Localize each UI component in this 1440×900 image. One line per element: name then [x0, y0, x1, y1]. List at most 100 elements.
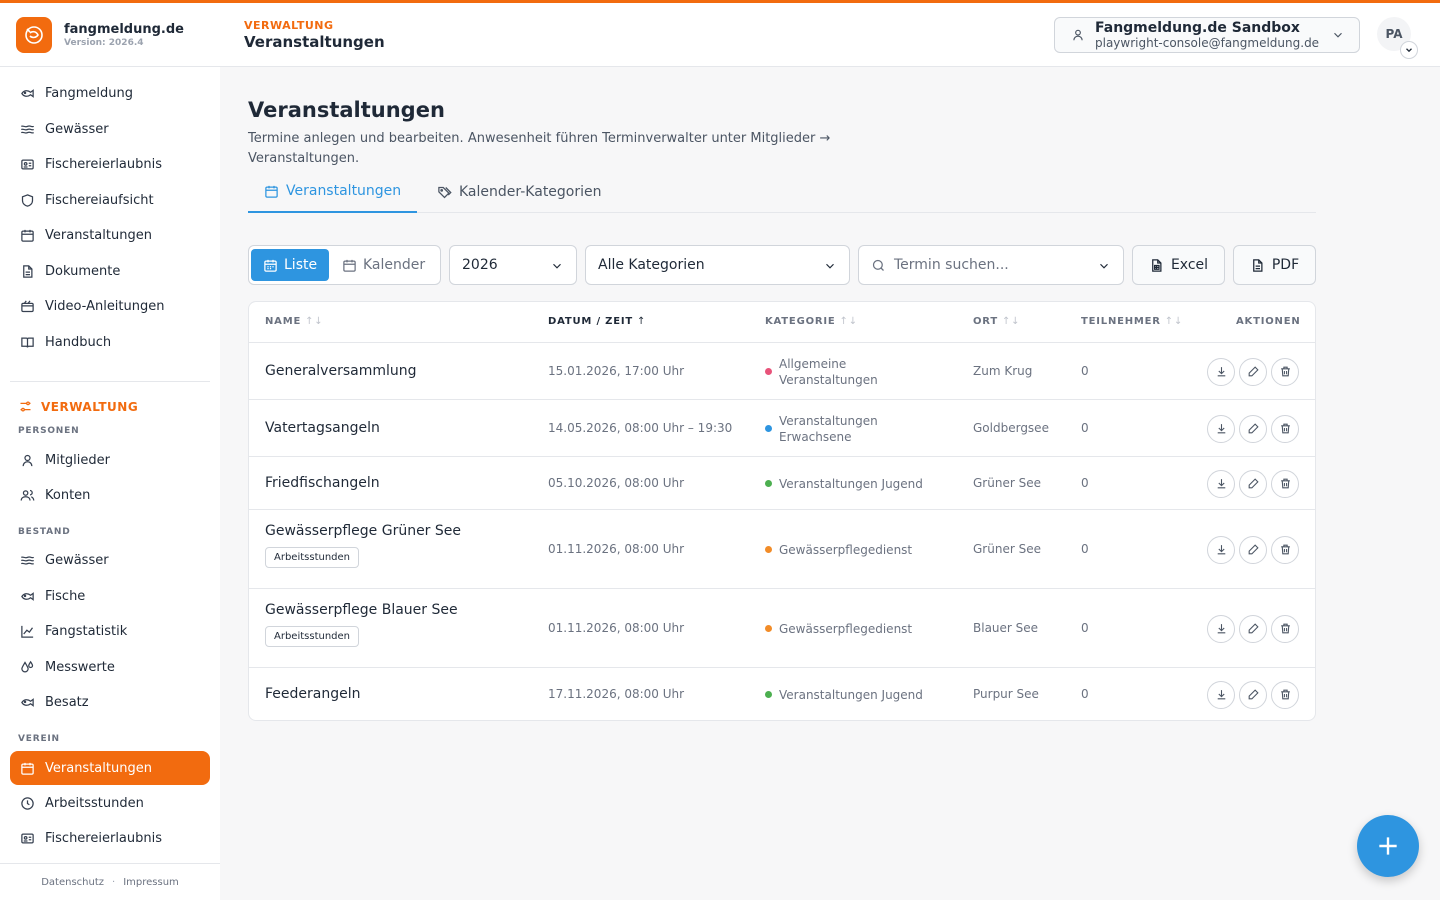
column-header-place[interactable]: ORT ↑↓	[973, 316, 1020, 327]
column-header-participants[interactable]: TEILNEHMER ↑↓	[1081, 316, 1183, 327]
edit-button[interactable]	[1239, 414, 1267, 443]
download-button[interactable]	[1207, 614, 1235, 643]
download-icon	[1217, 479, 1225, 489]
category-select[interactable]: Alle Kategorien	[585, 245, 850, 285]
sidebar-item-arbeitsstunden[interactable]: Arbeitsstunden	[10, 786, 210, 820]
edit-button[interactable]	[1239, 357, 1267, 386]
fish-icon	[21, 88, 34, 98]
event-participants: 0	[1081, 541, 1089, 556]
brand[interactable]: fangmeldung.de Version: 2026.4	[0, 16, 220, 53]
calendar-icon	[21, 762, 34, 775]
table-row[interactable]: Vatertagsangeln 14.05.2026, 08:00 Uhr – …	[249, 400, 1315, 457]
category-label-line1: Veranstaltungen Jugend	[779, 687, 923, 702]
sidebar-item-besatz[interactable]: Besatz	[10, 685, 210, 719]
edit-button[interactable]	[1239, 680, 1267, 709]
shield-icon	[21, 193, 34, 207]
sidebar-item-fangmeldung[interactable]: Fangmeldung	[10, 76, 210, 110]
delete-button[interactable]	[1271, 469, 1299, 498]
sidebar-item-gewaesser[interactable]: Gewässer	[10, 112, 210, 146]
clock-icon	[21, 796, 34, 810]
toolbar: Liste Kalender 2026 Alle Kategorien Term…	[248, 245, 1316, 285]
column-header-category[interactable]: KATEGORIE ↑↓	[765, 316, 858, 327]
sidebar-item-fische[interactable]: Fische	[10, 579, 210, 613]
sidebar-item-handbuch[interactable]: Handbuch	[10, 325, 210, 359]
view-list-button[interactable]: Liste	[251, 249, 330, 281]
edit-button[interactable]	[1239, 535, 1267, 564]
column-header-name[interactable]: NAME ↑↓	[265, 316, 323, 327]
sidebar-item-dokumente[interactable]: Dokumente	[10, 254, 210, 288]
event-place: Zum Krug	[973, 363, 1033, 378]
header-kicker: VERWALTUNG	[244, 18, 334, 32]
table-row[interactable]: Friedfischangeln 05.10.2026, 08:00 Uhr V…	[249, 457, 1315, 510]
event-tag: Arbeitsstunden	[265, 626, 360, 647]
column-header-date[interactable]: DATUM / ZEIT ↑	[548, 316, 646, 327]
tab-veranstaltungen[interactable]: Veranstaltungen	[248, 171, 418, 213]
imprint-link[interactable]: Impressum	[123, 877, 179, 888]
sidebar-item-veranstaltungen-verein[interactable]: Veranstaltungen	[10, 751, 210, 785]
sidebar-section-verwaltung[interactable]: VERWALTUNG	[18, 399, 138, 414]
calendar-icon	[21, 229, 34, 242]
delete-button[interactable]	[1271, 414, 1299, 443]
sidebar-item-fangstatistik[interactable]: Fangstatistik	[10, 614, 210, 648]
export-excel-button[interactable]: Excel	[1132, 245, 1225, 285]
tab-kalender-kategorien[interactable]: Kalender-Kategorien	[437, 171, 602, 213]
download-button[interactable]	[1207, 469, 1235, 498]
event-date: 01.11.2026, 08:00 Uhr	[548, 620, 685, 635]
sidebar-item-gewaesser-bestand[interactable]: Gewässer	[10, 543, 210, 577]
tab-bar: Veranstaltungen Kalender-Kategorien	[248, 171, 1316, 213]
sidebar-item-mitglieder[interactable]: Mitglieder	[10, 443, 210, 477]
event-category: Gewässerpflegedienst	[765, 542, 912, 558]
download-button[interactable]	[1207, 414, 1235, 443]
sidebar-item-label: Fischereiaufsicht	[45, 192, 154, 208]
download-button[interactable]	[1207, 535, 1235, 564]
privacy-link[interactable]: Datenschutz	[41, 877, 104, 888]
sidebar-item-label: Veranstaltungen	[45, 760, 152, 776]
delete-button[interactable]	[1271, 614, 1299, 643]
sidebar-item-messwerte[interactable]: Messwerte	[10, 650, 210, 684]
chevron-down-icon	[826, 263, 834, 269]
download-icon	[1217, 367, 1225, 377]
year-select[interactable]: 2026	[449, 245, 577, 285]
sidebar-item-label: Fangstatistik	[45, 623, 128, 639]
sidebar-item-video-anleitungen[interactable]: Video-Anleitungen	[10, 289, 210, 323]
download-button[interactable]	[1207, 357, 1235, 386]
download-icon	[1217, 545, 1225, 555]
export-pdf-button[interactable]: PDF	[1233, 245, 1316, 285]
export-pdf-label: PDF	[1271, 257, 1300, 273]
delete-button[interactable]	[1271, 357, 1299, 386]
event-place: Purpur See	[973, 686, 1039, 701]
table-row[interactable]: Gewässerpflege Grüner See Arbeitsstunden…	[249, 510, 1315, 589]
sidebar-item-fischereierlaubnis[interactable]: Fischereierlaubnis	[10, 147, 210, 181]
sort-icon: ↑↓	[1164, 316, 1184, 327]
table-row[interactable]: Feederangeln 17.11.2026, 08:00 Uhr Veran…	[249, 668, 1315, 720]
avatar-menu-chevron-icon[interactable]	[1400, 41, 1418, 59]
document-icon	[1252, 258, 1263, 272]
pencil-icon	[1248, 689, 1259, 700]
event-name-cell: Vatertagsangeln	[265, 420, 380, 436]
sidebar-item-veranstaltungen[interactable]: Veranstaltungen	[10, 218, 210, 252]
category-label-line1: Veranstaltungen Jugend	[779, 476, 923, 491]
sidebar-item-fischereierlaubnis-verein[interactable]: Fischereierlaubnis	[10, 821, 210, 855]
waves-icon	[20, 124, 35, 134]
tenant-switcher[interactable]: Fangmeldung.de Sandbox playwright-consol…	[1054, 17, 1360, 53]
sidebar-group-verein: VEREIN	[18, 734, 60, 744]
export-excel-label: Excel	[1170, 257, 1209, 273]
table-row[interactable]: Generalversammlung 15.01.2026, 17:00 Uhr…	[249, 343, 1315, 400]
tab-label: Kalender-Kategorien	[459, 184, 602, 200]
search-input[interactable]: Termin suchen...	[858, 245, 1124, 285]
document-icon	[23, 264, 33, 278]
view-calendar-button[interactable]: Kalender	[330, 249, 437, 281]
trash-icon	[1280, 689, 1290, 700]
table-row[interactable]: Gewässerpflege Blauer See Arbeitsstunden…	[249, 589, 1315, 668]
plus-icon	[1379, 837, 1397, 855]
delete-button[interactable]	[1271, 680, 1299, 709]
add-event-button[interactable]	[1357, 815, 1419, 877]
brand-name: fangmeldung.de	[64, 21, 184, 37]
edit-button[interactable]	[1239, 614, 1267, 643]
sidebar-item-konten[interactable]: Konten	[10, 478, 210, 512]
trash-icon	[1280, 366, 1290, 377]
download-button[interactable]	[1207, 680, 1235, 709]
edit-button[interactable]	[1239, 469, 1267, 498]
sidebar-item-fischereiaufsicht[interactable]: Fischereiaufsicht	[10, 183, 210, 217]
delete-button[interactable]	[1271, 535, 1299, 564]
